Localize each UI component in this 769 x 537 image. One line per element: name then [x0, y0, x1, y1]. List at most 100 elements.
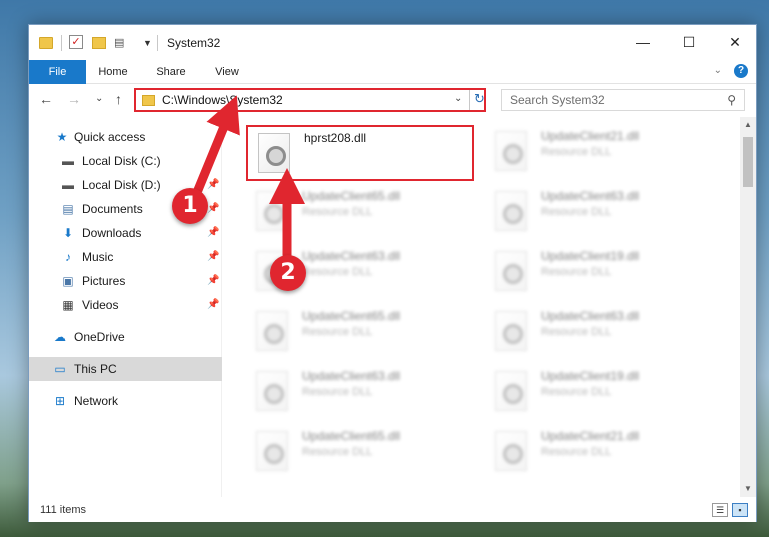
forward-button[interactable]: →: [67, 91, 81, 107]
expand-ribbon-icon[interactable]: ⌄: [714, 65, 722, 76]
tab-file[interactable]: File: [29, 60, 86, 84]
file-item[interactable]: UpdateClient63.dll Resource DLL: [485, 185, 713, 241]
properties-check-icon[interactable]: ✓: [69, 35, 83, 49]
computer-icon: ▭: [54, 362, 66, 376]
address-bar[interactable]: C:\Windows\System32 ⌄ ↻: [134, 88, 486, 112]
sidebar-item-label: Local Disk (D:): [82, 178, 161, 192]
file-list: hprst208.dll UpdateClient21.dll Resource…: [240, 117, 740, 497]
search-input[interactable]: Search System32: [510, 93, 605, 107]
file-type: Resource DLL: [302, 266, 373, 278]
scroll-down-arrow-icon[interactable]: ▼: [740, 481, 756, 497]
file-name: UpdateClient21.dll: [541, 429, 640, 443]
help-icon[interactable]: ?: [734, 64, 748, 78]
file-item[interactable]: UpdateClient19.dll Resource DLL: [485, 245, 713, 301]
sidebar-item-label: Network: [74, 394, 119, 408]
dll-file-icon: [256, 371, 288, 411]
title-bar: ✓ ▤ ▼ System32 — ☐ ✕: [29, 25, 756, 60]
refresh-icon[interactable]: ↻: [474, 91, 485, 107]
file-name: UpdateClient21.dll: [541, 129, 640, 143]
dll-file-icon: [495, 251, 527, 291]
file-item[interactable]: UpdateClient65.dll Resource DLL: [246, 305, 474, 361]
download-icon: ⬇: [62, 226, 74, 240]
sidebar-item-videos[interactable]: ▦ Videos 📌: [29, 293, 222, 317]
sidebar-item-label: OneDrive: [74, 330, 125, 344]
sidebar-item-downloads[interactable]: ⬇ Downloads 📌: [29, 221, 222, 245]
minimize-button[interactable]: —: [620, 25, 666, 60]
chevron-down-icon[interactable]: ⌄: [454, 93, 462, 104]
tab-share[interactable]: Share: [150, 60, 192, 84]
file-item[interactable]: UpdateClient21.dll Resource DLL: [485, 425, 713, 481]
address-path[interactable]: C:\Windows\System32: [162, 93, 283, 107]
star-icon: ★: [56, 130, 68, 144]
sidebar-item-onedrive[interactable]: ☁ OneDrive: [29, 325, 222, 349]
file-item[interactable]: UpdateClient21.dll Resource DLL: [485, 125, 713, 181]
file-type: Resource DLL: [302, 386, 373, 398]
file-item[interactable]: UpdateClient65.dll Resource DLL: [246, 425, 474, 481]
sidebar-item-this-pc[interactable]: ▭ This PC: [29, 357, 222, 381]
pin-icon: 📌: [207, 299, 220, 310]
file-item[interactable]: UpdateClient19.dll Resource DLL: [485, 365, 713, 421]
drive-icon: ▬: [62, 178, 74, 192]
dll-file-icon: [258, 133, 290, 173]
sidebar-item-label: Videos: [82, 298, 119, 312]
scrollbar-thumb[interactable]: [743, 137, 753, 187]
quick-access-dropdown-icon[interactable]: ▼: [143, 38, 152, 54]
sidebar-item-label: Music: [82, 250, 114, 264]
sidebar-item-music[interactable]: ♪ Music 📌: [29, 245, 222, 269]
file-type: Resource DLL: [541, 446, 612, 458]
pin-icon: 📌: [207, 251, 220, 262]
vertical-scrollbar[interactable]: ▲ ▼: [740, 117, 756, 497]
title-separator: [157, 35, 158, 51]
file-explorer-window: ✓ ▤ ▼ System32 — ☐ ✕ File Home Share Vie…: [28, 24, 757, 522]
tab-home[interactable]: Home: [92, 60, 134, 84]
pin-icon: 📌: [207, 203, 220, 214]
sidebar-item-network[interactable]: ⊞ Network: [29, 389, 222, 413]
close-button[interactable]: ✕: [712, 25, 758, 60]
toolbar-customize-icon[interactable]: ▤: [114, 37, 128, 49]
file-type: Resource DLL: [541, 206, 612, 218]
file-name: UpdateClient19.dll: [541, 369, 640, 383]
sidebar-item-label: This PC: [74, 362, 117, 376]
file-type: Resource DLL: [541, 266, 612, 278]
tab-view[interactable]: View: [206, 60, 248, 84]
dll-file-icon: [495, 311, 527, 351]
pictures-icon: ▣: [62, 274, 74, 288]
navigation-pane: ★ Quick access ▬ Local Disk (C:) ▬ Local…: [29, 117, 222, 497]
search-icon[interactable]: ⚲: [727, 93, 736, 107]
file-item[interactable]: UpdateClient65.dll Resource DLL: [246, 185, 474, 241]
search-box[interactable]: Search System32 ⚲: [501, 89, 745, 111]
recent-locations-button[interactable]: ⌄: [95, 93, 103, 104]
back-button[interactable]: ←: [39, 91, 53, 107]
file-name: hprst208.dll: [304, 131, 367, 145]
video-icon: ▦: [62, 298, 74, 312]
up-button[interactable]: ↑: [115, 91, 122, 107]
large-icons-view-icon[interactable]: ▪: [732, 503, 748, 517]
file-item-hprst208[interactable]: hprst208.dll: [246, 125, 474, 181]
dll-file-icon: [495, 131, 527, 171]
sidebar-item-label: Documents: [82, 202, 143, 216]
step-marker-1: 1: [172, 188, 208, 224]
file-type: Resource DLL: [302, 206, 373, 218]
file-item[interactable]: UpdateClient63.dll Resource DLL: [246, 365, 474, 421]
maximize-button[interactable]: ☐: [666, 25, 712, 60]
music-icon: ♪: [65, 250, 71, 264]
pin-icon: 📌: [207, 179, 220, 190]
item-count: 111 items: [40, 504, 87, 516]
file-type: Resource DLL: [302, 446, 373, 458]
ribbon-tabs: File Home Share View ⌄ ?: [29, 60, 756, 84]
file-item[interactable]: UpdateClient63.dll Resource DLL: [485, 305, 713, 361]
documents-icon: ▤: [62, 202, 74, 216]
sidebar-item-quick-access[interactable]: ★ Quick access: [29, 125, 222, 149]
dll-file-icon: [256, 311, 288, 351]
sidebar-item-local-disk-c[interactable]: ▬ Local Disk (C:): [29, 149, 222, 173]
file-name: UpdateClient65.dll: [302, 429, 401, 443]
details-view-icon[interactable]: ☰: [712, 503, 728, 517]
file-type: Resource DLL: [302, 326, 373, 338]
quick-access-separator: [61, 35, 62, 51]
sidebar-item-label: Quick access: [74, 130, 146, 144]
sidebar-item-pictures[interactable]: ▣ Pictures 📌: [29, 269, 222, 293]
file-name: UpdateClient63.dll: [302, 249, 401, 263]
scroll-up-arrow-icon[interactable]: ▲: [740, 117, 756, 133]
new-folder-icon[interactable]: [92, 37, 106, 49]
file-name: UpdateClient63.dll: [302, 369, 401, 383]
